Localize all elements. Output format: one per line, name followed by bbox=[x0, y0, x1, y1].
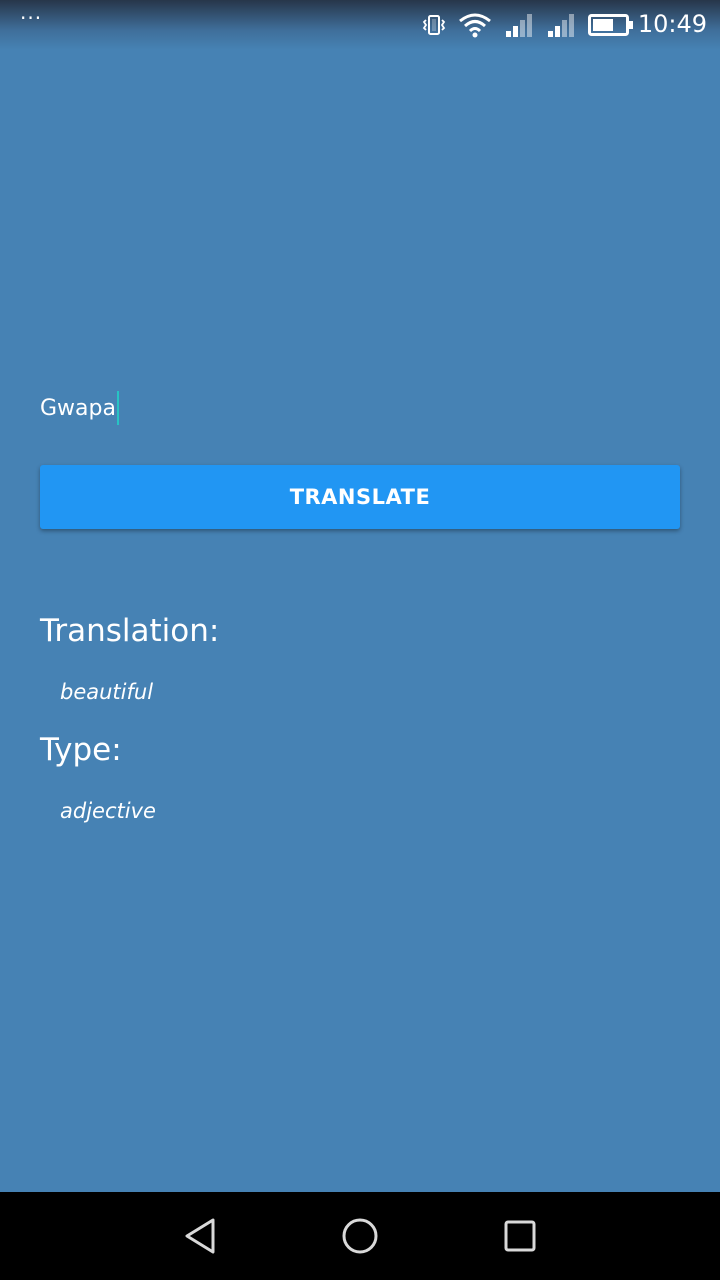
recents-icon[interactable] bbox=[500, 1216, 540, 1256]
navigation-bar bbox=[0, 1192, 720, 1280]
clock: 10:49 bbox=[637, 10, 707, 38]
translation-heading: Translation: bbox=[40, 613, 220, 649]
vibrate-icon bbox=[422, 13, 446, 37]
translation-value: beautiful bbox=[60, 680, 154, 704]
status-icons bbox=[410, 10, 634, 40]
text-caret bbox=[116, 391, 119, 425]
signal-icon bbox=[546, 12, 576, 38]
battery-icon bbox=[588, 13, 634, 37]
overflow-dots: ··· bbox=[20, 6, 43, 30]
home-icon[interactable] bbox=[340, 1216, 380, 1256]
back-icon[interactable] bbox=[180, 1216, 220, 1256]
status-bar: ··· 10:49 bbox=[0, 0, 720, 50]
type-heading: Type: bbox=[40, 732, 122, 768]
word-input-value: Gwapa bbox=[40, 395, 116, 421]
wifi-icon bbox=[458, 12, 492, 38]
main-content: Gwapa TRANSLATE Translation: beautiful T… bbox=[0, 50, 720, 1192]
word-input[interactable]: Gwapa bbox=[40, 388, 119, 428]
signal-icon bbox=[504, 12, 534, 38]
translate-button[interactable]: TRANSLATE bbox=[40, 465, 680, 529]
type-value: adjective bbox=[60, 799, 156, 823]
